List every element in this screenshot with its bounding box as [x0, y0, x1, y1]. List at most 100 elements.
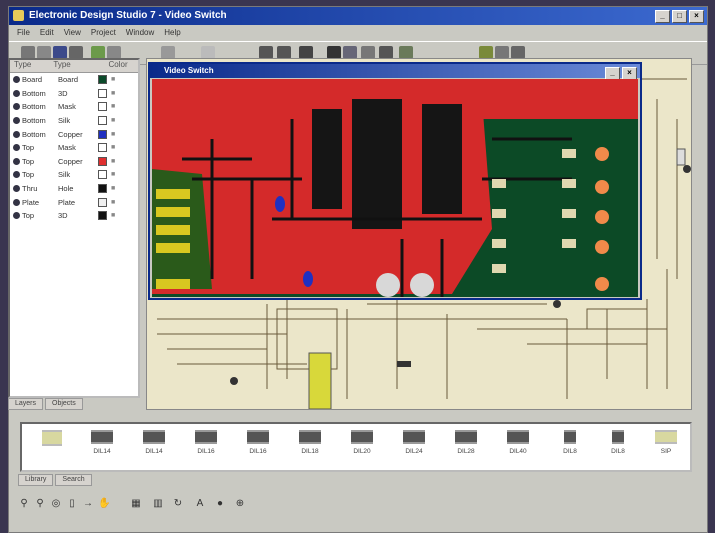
menu-project[interactable]: Project: [91, 26, 116, 39]
pcb-via-blue-2: [303, 271, 313, 287]
visibility-icon[interactable]: ■: [111, 103, 115, 110]
part-label: DIL14: [93, 448, 111, 455]
visibility-icon[interactable]: ■: [111, 117, 115, 124]
menu-window[interactable]: Window: [126, 26, 154, 39]
title-bar: Electronic Design Studio 7 - Video Switc…: [9, 7, 707, 25]
layer-color-swatch[interactable]: [98, 211, 107, 221]
part-label: DIL8: [611, 448, 625, 455]
rotate-icon[interactable]: ↻: [172, 498, 184, 510]
page-icon[interactable]: ▯: [66, 498, 78, 510]
maximize-button[interactable]: □: [672, 10, 687, 23]
part-item[interactable]: DIL16: [186, 430, 226, 455]
layer-type: 3D: [58, 211, 68, 221]
menu-edit[interactable]: Edit: [40, 26, 54, 39]
layer-color-swatch[interactable]: [98, 156, 107, 166]
part-blank[interactable]: [32, 430, 72, 450]
zoom-in-icon[interactable]: ⚲: [18, 498, 30, 510]
visibility-icon[interactable]: ■: [111, 158, 115, 165]
part-item[interactable]: DIL24: [394, 430, 434, 455]
menu-file[interactable]: File: [17, 26, 30, 39]
circle-icon[interactable]: ●: [214, 498, 226, 510]
part-item[interactable]: SIP: [646, 430, 686, 455]
part-label: DIL16: [249, 448, 267, 455]
layer-color-swatch[interactable]: [98, 170, 107, 180]
part-item[interactable]: DIL16: [238, 430, 278, 455]
visibility-icon[interactable]: ■: [111, 144, 115, 151]
layer-row[interactable]: Top Copper ■: [10, 155, 138, 169]
pcb-capacitor-1: [376, 273, 400, 297]
window-controls: _ □ ×: [655, 10, 704, 23]
layer-color-swatch[interactable]: [98, 75, 107, 85]
layer-row[interactable]: Bottom Mask ■: [10, 100, 138, 114]
pcb-canvas[interactable]: [152, 79, 638, 297]
layer-color-swatch[interactable]: [98, 184, 107, 194]
tab-library[interactable]: Library: [18, 474, 54, 486]
tab-layers[interactable]: Layers: [8, 398, 44, 410]
part-label: DIL14: [145, 448, 163, 455]
target-icon[interactable]: ⊕: [234, 498, 246, 510]
layer-type: 3D: [58, 88, 68, 98]
tab-objects[interactable]: Objects: [45, 398, 83, 410]
tab-search[interactable]: Search: [55, 474, 92, 486]
visibility-icon[interactable]: ■: [111, 90, 115, 97]
layer-side: Plate: [22, 197, 40, 207]
layer-icon: [13, 185, 20, 193]
layer-color-swatch[interactable]: [98, 143, 107, 153]
layer-side: Thru: [22, 184, 38, 194]
layer-color-swatch[interactable]: [98, 129, 107, 139]
layer-row[interactable]: Thru Hole ■: [10, 182, 138, 196]
part-item[interactable]: DIL40: [498, 430, 538, 455]
layer-type: Mask: [58, 143, 76, 153]
layer-row[interactable]: Top 3D ■: [10, 209, 138, 223]
layer-row[interactable]: Bottom 3D ■: [10, 87, 138, 101]
pcb-via-blue: [275, 196, 285, 212]
pcb-ic-2: [352, 99, 402, 229]
layer-row[interactable]: Plate Plate ■: [10, 195, 138, 209]
menu-view[interactable]: View: [64, 26, 81, 39]
layer-row[interactable]: Bottom Silk ■: [10, 114, 138, 128]
menu-bar: File Edit View Project Window Help: [9, 26, 707, 39]
layer-row[interactable]: Top Silk ■: [10, 168, 138, 182]
visibility-icon[interactable]: ■: [111, 171, 115, 178]
part-item[interactable]: DIL18: [290, 430, 330, 455]
visibility-icon[interactable]: ■: [111, 76, 115, 83]
capacitor-symbol: [230, 377, 238, 385]
layer-panel-tabs: Layers Objects: [8, 398, 83, 410]
part-label: DIL20: [353, 448, 371, 455]
part-item[interactable]: DIL20: [342, 430, 382, 455]
layer-type: Hole: [58, 184, 74, 194]
part-item[interactable]: DIL14: [82, 430, 122, 455]
layer-color-swatch[interactable]: [98, 102, 107, 112]
close-button[interactable]: ×: [689, 10, 704, 23]
part-item[interactable]: DIL14: [134, 430, 174, 455]
minimize-button[interactable]: _: [655, 10, 670, 23]
grid-icon[interactable]: ▦: [130, 498, 142, 510]
part-item[interactable]: DIL8: [550, 430, 590, 455]
visibility-icon[interactable]: ■: [111, 199, 115, 206]
visibility-icon[interactable]: ■: [111, 131, 115, 138]
arrow-icon[interactable]: →: [82, 498, 94, 510]
visibility-icon[interactable]: ■: [111, 185, 115, 192]
menu-help[interactable]: Help: [164, 26, 180, 39]
zoom-out-icon[interactable]: ⚲: [34, 498, 46, 510]
hand-icon[interactable]: ✋: [98, 498, 110, 510]
text-icon[interactable]: A: [194, 498, 206, 510]
part-label: DIL28: [457, 448, 475, 455]
layer-color-swatch[interactable]: [98, 88, 107, 98]
visibility-icon[interactable]: ■: [111, 212, 115, 219]
part-label: SIP: [660, 448, 672, 455]
layer-side: Top: [22, 211, 35, 221]
layer-row[interactable]: Bottom Copper ■: [10, 127, 138, 141]
layer-color-swatch[interactable]: [98, 197, 107, 207]
part-item[interactable]: DIL28: [446, 430, 486, 455]
zoom-fit-icon[interactable]: ◎: [50, 498, 62, 510]
align-icon[interactable]: ▥: [152, 498, 164, 510]
layer-row[interactable]: Top Mask ■: [10, 141, 138, 155]
layer-row[interactable]: Board Board ■: [10, 73, 138, 87]
layer-color-swatch[interactable]: [98, 116, 107, 126]
layer-icon: [13, 144, 20, 152]
part-item[interactable]: DIL8: [598, 430, 638, 455]
layer-icon: [13, 76, 20, 84]
layer-icon: [13, 89, 20, 97]
resistor-symbol: [676, 148, 686, 166]
